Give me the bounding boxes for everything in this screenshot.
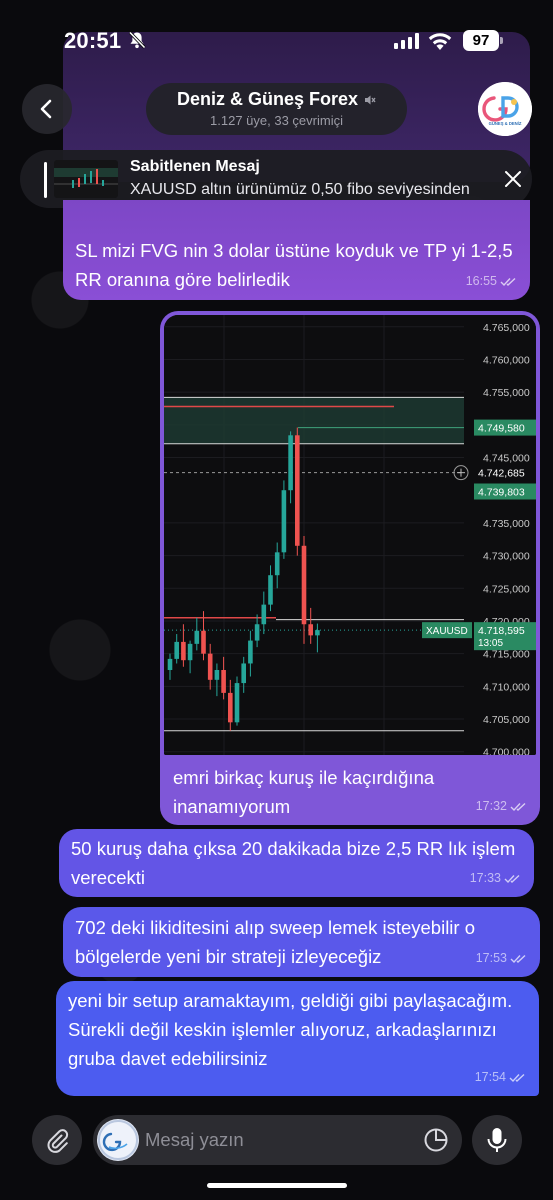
double-check-icon xyxy=(509,1073,525,1082)
message-meta: 17:53 xyxy=(476,944,528,973)
symbol-tag: XAUUSD xyxy=(426,626,468,637)
status-time: 20:51 xyxy=(64,28,122,53)
price-label: 4.749,580 xyxy=(478,423,525,435)
candle-body xyxy=(234,683,240,723)
candle-body xyxy=(174,641,179,659)
y-tick-label: 4.760,000 xyxy=(483,354,530,366)
fvg-zone xyxy=(164,397,464,444)
y-tick-label: 4.745,000 xyxy=(483,453,530,465)
candle-body xyxy=(315,630,320,636)
message-bubble[interactable]: 702 deki likiditesini alıp sweep lemek i… xyxy=(63,907,540,977)
chat-header[interactable]: Deniz & Güneş Forex 1.127 üye, 33 çevrim… xyxy=(146,83,407,135)
candle-body xyxy=(207,653,213,680)
candlestick-chart: 4.765,0004.760,0004.755,0004.750,0004.74… xyxy=(164,315,536,755)
back-button[interactable] xyxy=(22,84,72,134)
y-tick-label: 4.735,000 xyxy=(483,518,530,530)
candle-body xyxy=(288,435,293,491)
group-logo-text: GÜNEŞ & DENİZ xyxy=(489,121,522,126)
candle-body xyxy=(187,643,193,661)
message-input[interactable] xyxy=(145,1115,415,1165)
candle-body xyxy=(254,624,260,641)
candle-body xyxy=(241,663,246,684)
y-tick-label: 4.700,000 xyxy=(483,747,530,755)
group-avatar[interactable]: GÜNEŞ & DENİZ xyxy=(478,82,532,136)
message-text: 50 kuruş daha çıksa 20 dakikada bize 2,5… xyxy=(71,838,516,888)
signal-icon xyxy=(394,33,419,49)
close-icon[interactable] xyxy=(502,168,524,190)
candle-body xyxy=(181,641,186,661)
wifi-icon xyxy=(428,33,452,50)
message-composer[interactable] xyxy=(93,1115,462,1165)
y-tick-label: 4.730,000 xyxy=(483,551,530,563)
candle-body xyxy=(221,670,226,693)
double-check-icon xyxy=(510,954,526,963)
double-check-icon xyxy=(504,874,520,883)
candle-body xyxy=(261,604,267,625)
message-meta: 17:33 xyxy=(470,864,522,893)
candle-body xyxy=(308,624,313,636)
message-meta: 17:54 xyxy=(475,1063,527,1092)
message-meta: 17:32 xyxy=(476,792,528,821)
chart-image[interactable]: 4.765,0004.760,0004.755,0004.750,0004.74… xyxy=(164,315,536,755)
status-bar: 20:51 97 xyxy=(0,0,553,80)
candle-body xyxy=(201,630,206,654)
message-bubble[interactable]: yeni bir setup aramaktayım, geldiği gibi… xyxy=(56,981,539,1096)
candle-body xyxy=(281,490,287,553)
candle-body xyxy=(194,630,200,644)
pinned-thumbnail xyxy=(54,160,118,198)
sticker-icon[interactable] xyxy=(423,1127,449,1153)
paperclip-icon xyxy=(47,1129,69,1153)
candle-body xyxy=(214,670,220,680)
message-text: 702 deki likiditesini alıp sweep lemek i… xyxy=(75,917,475,967)
microphone-button[interactable] xyxy=(472,1115,522,1165)
current-price-label: 4.718,595 xyxy=(478,625,525,637)
send-as-avatar[interactable] xyxy=(97,1119,139,1161)
candle-body xyxy=(268,575,273,605)
chat-title: Deniz & Güneş Forex xyxy=(176,89,359,109)
group-logo: GÜNEŞ & DENİZ xyxy=(478,82,532,136)
message-time: 17:32 xyxy=(475,799,507,813)
candle-body xyxy=(295,435,300,546)
mute-icon xyxy=(365,95,376,105)
microphone-icon xyxy=(487,1128,507,1152)
pinned-text: XAUUSD altın ürünümüz 0,50 fibo seviyesi… xyxy=(130,181,470,198)
battery-icon: 97 xyxy=(463,30,503,51)
double-check-icon xyxy=(500,277,516,286)
candle-body xyxy=(274,552,280,576)
message-meta: 16:55 xyxy=(466,267,518,296)
y-tick-label: 4.710,000 xyxy=(483,681,530,693)
message-text: emri birkaç kuruş ile kaçırdığına inanam… xyxy=(173,767,435,817)
y-tick-label: 4.765,000 xyxy=(483,322,530,334)
message-time: 16:55 xyxy=(465,274,497,288)
chevron-left-icon xyxy=(40,99,52,119)
message-text: yeni bir setup aramaktayım, geldiği gibi… xyxy=(68,990,513,1069)
home-indicator xyxy=(207,1183,347,1188)
message-time: 17:33 xyxy=(469,871,501,885)
bell-off-icon xyxy=(128,31,146,49)
message-bubble[interactable]: 50 kuruş daha çıksa 20 dakikada bize 2,5… xyxy=(59,829,534,897)
attach-button[interactable] xyxy=(32,1115,82,1165)
y-tick-label: 4.755,000 xyxy=(483,387,530,399)
message-bubble[interactable]: SL mizi FVG nin 3 dolar üstüne koyduk ve… xyxy=(63,200,530,300)
y-tick-label: 4.705,000 xyxy=(483,714,530,726)
pinned-accent xyxy=(44,162,47,198)
price-label: 4.742,685 xyxy=(478,468,525,480)
price-label: 4.739,803 xyxy=(478,487,525,499)
countdown-label: 13:05 xyxy=(478,638,503,649)
y-tick-label: 4.715,000 xyxy=(483,649,530,661)
candle-body xyxy=(301,545,307,625)
message-text: SL mizi FVG nin 3 dolar üstüne koyduk ve… xyxy=(75,240,513,290)
y-tick-label: 4.725,000 xyxy=(483,583,530,595)
double-check-icon xyxy=(510,802,526,811)
candle-body xyxy=(228,692,233,723)
candle-body xyxy=(167,658,173,671)
message-time: 17:54 xyxy=(474,1070,506,1084)
message-time: 17:53 xyxy=(475,951,507,965)
send-as-logo xyxy=(98,1120,138,1160)
candle-body xyxy=(248,640,253,664)
chat-subtitle: 1.127 üye, 33 çevrimiçi xyxy=(210,113,343,128)
pinned-title: Sabitlenen Mesaj xyxy=(130,158,260,175)
photo-message-bubble[interactable]: 4.765,0004.760,0004.755,0004.750,0004.74… xyxy=(160,311,540,825)
chart-background xyxy=(164,315,536,755)
